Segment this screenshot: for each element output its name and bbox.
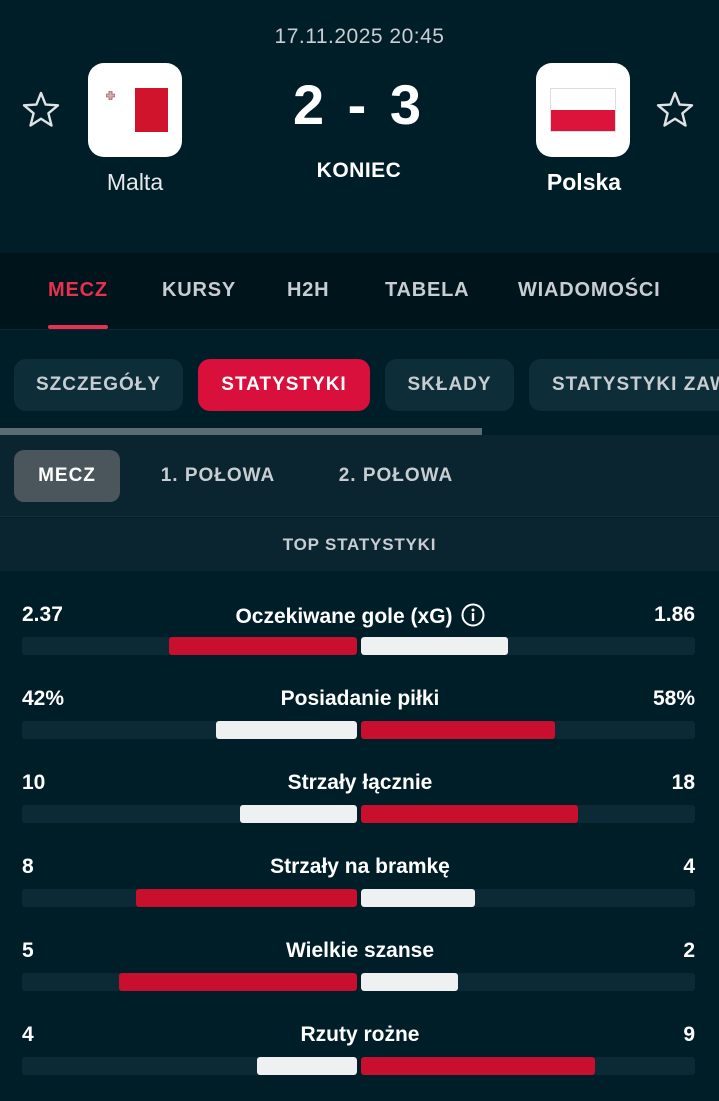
stat-away-value: 1.86	[654, 603, 695, 626]
match-score: 2 - 3	[292, 73, 426, 136]
tab-label: WIADOMOŚCI	[518, 279, 661, 301]
stat-label: Posiadanie piłki	[280, 687, 440, 710]
stat-home-bar	[22, 889, 357, 907]
stat-away-fill	[361, 973, 458, 991]
away-team-name[interactable]: Polska	[484, 169, 684, 196]
stat-away-fill	[361, 1057, 595, 1075]
tab-label: H2H	[287, 279, 330, 301]
stat-away-bar	[361, 973, 695, 991]
away-team-logo[interactable]	[536, 63, 630, 157]
stat-home-value: 8	[22, 855, 34, 878]
stat-label-text: Oczekiwane gole (xG)	[235, 605, 453, 628]
tab-mecz[interactable]: MECZ	[48, 253, 108, 330]
tab-kursy[interactable]: KURSY	[162, 253, 236, 330]
home-team-name[interactable]: Malta	[35, 169, 235, 196]
tab-label: TABELA	[385, 279, 470, 301]
stat-label: Strzały na bramkę	[270, 855, 450, 878]
tab-h2h[interactable]: H2H	[287, 253, 329, 330]
stat-home-bar	[22, 721, 357, 739]
stat-home-bar	[22, 1057, 357, 1075]
stat-home-value: 10	[22, 771, 46, 794]
stat-away-bar	[361, 637, 695, 655]
stat-away-fill	[361, 721, 555, 739]
stat-label: Oczekiwane gole (xG)	[160, 603, 560, 629]
period-tab-1-polowa[interactable]: 1. POŁOWA	[145, 450, 291, 502]
stat-row-possession: 42% Posiadanie piłki 58%	[0, 655, 719, 739]
active-tab-indicator	[48, 325, 108, 329]
stat-away-fill	[361, 637, 508, 655]
stat-away-bar	[361, 805, 695, 823]
stat-home-fill	[135, 889, 357, 907]
stat-home-value: 2.37	[22, 603, 63, 626]
stat-away-value: 9	[683, 1023, 695, 1046]
stats-list: 2.37 Oczekiwane gole (xG) 1.86 42% Posia…	[0, 571, 719, 1101]
malta-flag-icon	[102, 88, 168, 132]
stat-away-bar	[361, 889, 695, 907]
stat-label: Wielkie szanse	[285, 939, 435, 962]
stat-row-corners: 4 Rzuty rożne 9	[0, 991, 719, 1075]
subtab-sklady[interactable]: SKŁADY	[385, 359, 514, 411]
stat-away-bar	[361, 1057, 695, 1075]
sub-tab-bar[interactable]: SZCZEGÓŁY STATYSTYKI SKŁADY STATYSTYKI Z…	[0, 331, 719, 435]
stat-away-value: 2	[683, 939, 695, 962]
tab-label: MECZ	[48, 279, 108, 301]
stat-row-total-shots: 10 Strzały łącznie 18	[0, 739, 719, 823]
stat-away-value: 4	[683, 855, 695, 878]
stat-label: Strzały łącznie	[287, 771, 433, 794]
stat-home-fill	[216, 721, 357, 739]
stat-away-fill	[361, 889, 475, 907]
stat-home-value: 5	[22, 939, 34, 962]
subtab-szczegoly[interactable]: SZCZEGÓŁY	[14, 359, 183, 411]
stat-label: Rzuty rożne	[300, 1023, 420, 1046]
stat-home-bar	[22, 973, 357, 991]
tab-tabela[interactable]: TABELA	[385, 253, 469, 330]
stat-home-value: 42%	[22, 687, 65, 710]
poland-flag-icon	[550, 88, 616, 132]
info-icon[interactable]	[461, 603, 485, 627]
match-status: KONIEC	[316, 159, 402, 182]
horizontal-scrollbar[interactable]	[0, 428, 719, 435]
match-screen: 17.11.2025 20:45 Malta Polska 2 - 3 KONI…	[0, 0, 719, 1101]
match-header: 17.11.2025 20:45 Malta Polska 2 - 3 KONI…	[0, 0, 719, 252]
stat-row-big-chances: 5 Wielkie szanse 2	[0, 907, 719, 991]
match-date: 17.11.2025 20:45	[274, 25, 445, 48]
stat-home-fill	[239, 805, 357, 823]
main-tab-bar: MECZ KURSY H2H TABELA WIADOMOŚCI	[0, 253, 719, 330]
period-tab-2-polowa[interactable]: 2. POŁOWA	[323, 450, 469, 502]
stat-away-bar	[361, 721, 695, 739]
favorite-home-star-icon[interactable]	[21, 90, 61, 130]
stat-away-value: 58%	[652, 687, 695, 710]
stat-row-shots-on-target: 8 Strzały na bramkę 4	[0, 823, 719, 907]
scrollbar-thumb[interactable]	[0, 428, 482, 435]
stat-home-fill	[169, 637, 357, 655]
stat-home-bar	[22, 805, 357, 823]
subtab-statystyki-zawodnikow[interactable]: STATYSTYKI ZAW	[529, 359, 719, 411]
section-title: TOP STATYSTYKI	[0, 518, 719, 571]
stat-home-fill	[119, 973, 357, 991]
stat-away-value: 18	[671, 771, 695, 794]
favorite-away-star-icon[interactable]	[655, 90, 695, 130]
subtab-statystyki[interactable]: STATYSTYKI	[198, 359, 370, 411]
stat-row-xg: 2.37 Oczekiwane gole (xG) 1.86	[0, 571, 719, 655]
period-tab-mecz[interactable]: MECZ	[14, 450, 120, 502]
period-tab-bar: MECZ 1. POŁOWA 2. POŁOWA	[0, 435, 719, 517]
tab-label: KURSY	[162, 279, 237, 301]
tab-wiadomosci[interactable]: WIADOMOŚCI	[518, 253, 660, 330]
stat-away-fill	[361, 805, 579, 823]
home-team-logo[interactable]	[88, 63, 182, 157]
stat-home-value: 4	[22, 1023, 34, 1046]
stat-home-fill	[256, 1057, 357, 1075]
stat-home-bar	[22, 637, 357, 655]
